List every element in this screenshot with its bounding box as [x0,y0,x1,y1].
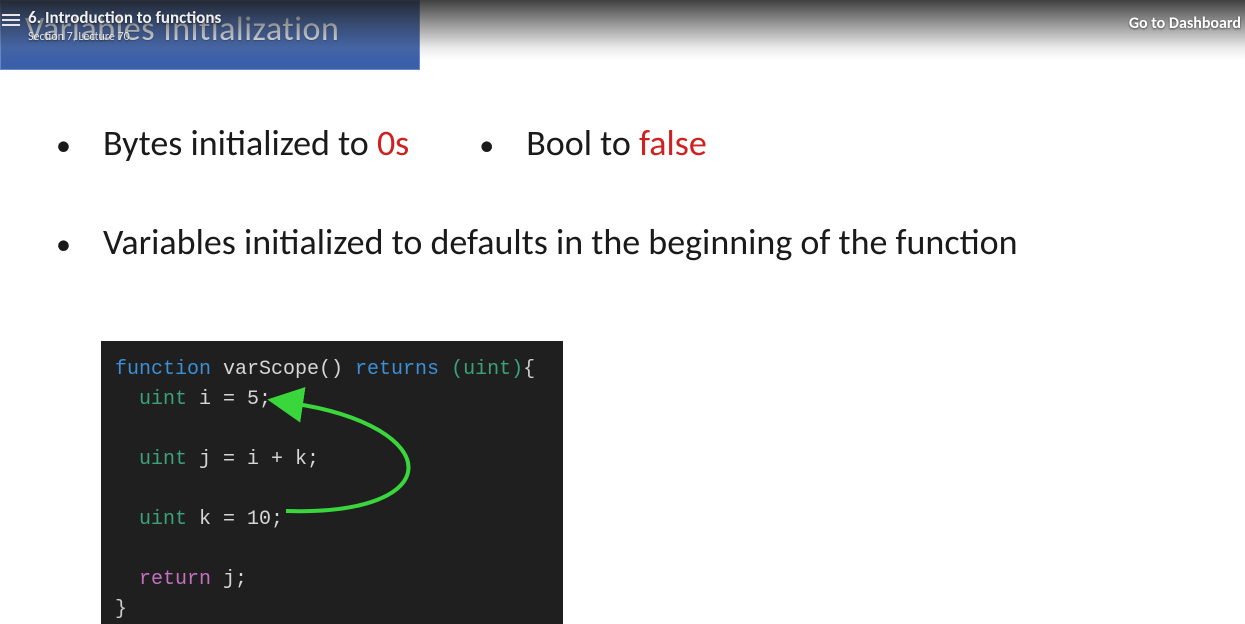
bullet-dot-icon: • [56,222,71,268]
bullet-bool: • Bool to false [479,120,707,169]
code-line-6: } [115,595,549,624]
video-topbar: 6. Introduction to functions Section 7, … [0,0,1245,60]
bullet-bytes: • Bytes initialized to 0s [56,120,409,169]
bullet-highlight: 0s [377,121,409,165]
code-line-3: uint j = i + k; [115,445,549,475]
breadcrumb: 6. Introduction to functions Section 7, … [0,8,221,44]
lecture-subtitle: Section 7, Lecture 70 [28,30,221,44]
slide-body: • Bytes initialized to 0s • Bool to fals… [56,120,1205,318]
bullet-text: Bool to [526,121,639,165]
code-line-4: uint k = 10; [115,505,549,535]
menu-icon[interactable] [2,14,20,28]
bullet-highlight: false [639,121,707,165]
lecture-title: 6. Introduction to functions [28,8,221,28]
go-to-dashboard-link[interactable]: Go to Dashboard [1129,14,1241,33]
code-block: function varScope() returns (uint){ uint… [101,341,563,624]
code-line-2: uint i = 5; [115,385,549,415]
bullet-dot-icon: • [56,123,71,169]
bullet-text: Bytes initialized to [103,121,377,165]
bullet-text: Variables initialized to defaults in the… [103,219,1018,265]
code-line-1: function varScope() returns (uint){ [115,355,549,385]
bullet-variables-default: • Variables initialized to defaults in t… [56,219,1205,268]
code-line-5: return j; [115,565,549,595]
bullet-dot-icon: • [479,123,494,169]
